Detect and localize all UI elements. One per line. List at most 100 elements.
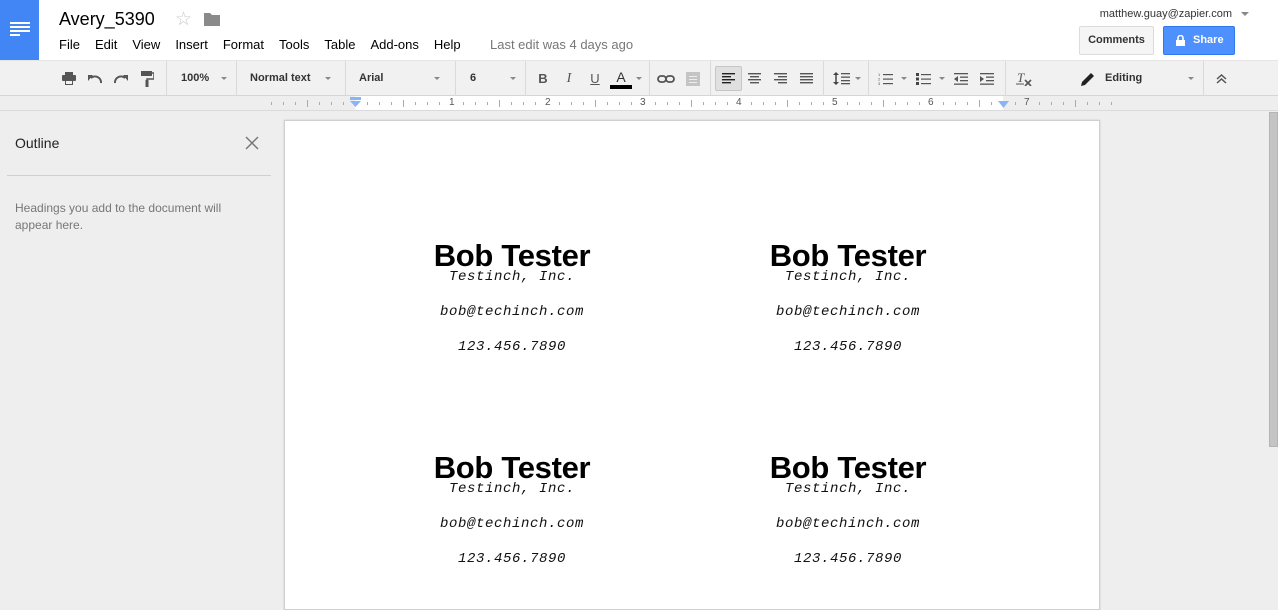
underline-button[interactable]: U xyxy=(587,61,603,96)
ruler-tick xyxy=(427,102,428,105)
insert-comment-button[interactable] xyxy=(684,61,702,96)
menu-help[interactable]: Help xyxy=(434,37,461,52)
editing-mode-dropdown-icon xyxy=(1188,77,1194,80)
label-email: bob@techinch.com xyxy=(439,304,585,320)
ruler-tick xyxy=(619,102,620,105)
ruler-tick xyxy=(979,100,980,107)
menu-table[interactable]: Table xyxy=(324,37,355,52)
italic-button[interactable]: I xyxy=(561,61,577,96)
last-edit-status[interactable]: Last edit was 4 days ago xyxy=(490,37,633,52)
account-dropdown-icon[interactable] xyxy=(1241,12,1249,16)
ruler-tick xyxy=(583,102,584,105)
pencil-icon xyxy=(1081,72,1094,86)
editing-mode-button[interactable] xyxy=(1080,61,1096,96)
print-button[interactable] xyxy=(60,61,78,96)
right-indent-marker-icon[interactable] xyxy=(998,101,1009,108)
menu-add-ons[interactable]: Add-ons xyxy=(370,37,418,52)
bold-button[interactable]: B xyxy=(535,61,551,96)
menu-view[interactable]: View xyxy=(132,37,160,52)
label-phone: 123.456.7890 xyxy=(457,551,567,567)
ruler-tick xyxy=(463,102,464,105)
label-name: Bob Tester xyxy=(433,238,591,273)
paint-format-button[interactable] xyxy=(138,61,156,96)
increase-indent-button[interactable] xyxy=(979,61,995,96)
text-color-button[interactable]: A xyxy=(609,61,633,96)
ruler-tick xyxy=(595,100,596,107)
ruler[interactable]: 1 2 3 4 5 6 7 xyxy=(0,96,1278,111)
ruler-tick xyxy=(919,102,920,105)
ruler-tick xyxy=(1111,102,1112,105)
style-dropdown-icon xyxy=(325,77,331,80)
ruler-tick xyxy=(967,102,968,105)
ruler-tick xyxy=(607,102,608,105)
svg-text:T: T xyxy=(1017,71,1025,85)
lock-icon xyxy=(1176,35,1185,46)
document-page[interactable]: Bob Tester Testinch, Inc. bob@techinch.c… xyxy=(284,120,1100,610)
label-card[interactable]: Bob Tester Testinch, Inc. bob@techinch.c… xyxy=(382,238,642,356)
numbered-list-dropdown-icon xyxy=(901,77,907,80)
font-size-dropdown-icon xyxy=(510,77,516,80)
ruler-number: 3 xyxy=(640,97,646,108)
font-size-select[interactable]: 6 xyxy=(470,61,476,96)
ruler-tick xyxy=(847,102,848,105)
align-right-button[interactable] xyxy=(772,61,788,96)
increase-indent-icon xyxy=(980,72,994,85)
menu-edit[interactable]: Edit xyxy=(95,37,117,52)
ruler-tick xyxy=(511,102,512,105)
editing-mode-select[interactable]: Editing xyxy=(1105,61,1142,96)
folder-icon[interactable] xyxy=(204,12,220,26)
align-center-button[interactable] xyxy=(746,61,762,96)
menu-insert[interactable]: Insert xyxy=(175,37,208,52)
ruler-tick xyxy=(535,102,536,105)
bulleted-list-button[interactable] xyxy=(914,61,932,96)
ruler-tick xyxy=(559,102,560,105)
star-icon[interactable]: ☆ xyxy=(175,8,192,31)
ruler-tick xyxy=(499,100,500,107)
clear-formatting-icon: T xyxy=(1016,71,1032,86)
insert-link-button[interactable] xyxy=(656,61,676,96)
collapse-toolbar-button[interactable] xyxy=(1213,61,1229,96)
redo-icon xyxy=(114,74,128,83)
zoom-dropdown-icon xyxy=(221,77,227,80)
label-card[interactable]: Bob Tester Testinch, Inc. bob@techinch.c… xyxy=(382,452,642,568)
vertical-scrollbar[interactable] xyxy=(1269,112,1278,447)
decrease-indent-button[interactable] xyxy=(953,61,969,96)
style-select[interactable]: Normal text xyxy=(250,61,311,96)
ruler-tick xyxy=(1051,102,1052,105)
close-icon[interactable] xyxy=(244,135,260,151)
document-title[interactable]: Avery_5390 xyxy=(59,9,155,30)
link-icon xyxy=(657,74,675,83)
menu-file[interactable]: File xyxy=(59,37,80,52)
label-card[interactable]: Bob Tester Testinch, Inc. bob@techinch.c… xyxy=(718,452,978,568)
ruler-tick xyxy=(1039,102,1040,105)
account-email[interactable]: matthew.guay@zapier.com xyxy=(1100,8,1232,20)
menu-tools[interactable]: Tools xyxy=(279,37,309,52)
line-spacing-button[interactable] xyxy=(831,61,851,96)
ruler-tick xyxy=(667,102,668,105)
share-label: Share xyxy=(1193,34,1224,46)
font-select[interactable]: Arial xyxy=(359,61,383,96)
redo-button[interactable] xyxy=(112,61,130,96)
text-color-icon: A xyxy=(616,69,626,85)
ruler-number: 6 xyxy=(928,97,934,108)
ruler-tick xyxy=(727,102,728,105)
ruler-tick xyxy=(331,102,332,105)
menu-format[interactable]: Format xyxy=(223,37,264,52)
label-card[interactable]: Bob Tester Testinch, Inc. bob@techinch.c… xyxy=(718,240,978,356)
zoom-select[interactable]: 100% xyxy=(181,61,209,96)
label-company: Testinch, Inc. xyxy=(448,269,576,285)
label-company: Testinch, Inc. xyxy=(448,481,576,497)
docs-home-button[interactable] xyxy=(0,0,39,60)
ruler-tick xyxy=(703,102,704,105)
clear-formatting-button[interactable]: T xyxy=(1014,61,1034,96)
align-justify-icon xyxy=(799,73,813,84)
undo-button[interactable] xyxy=(86,61,104,96)
label-email: bob@techinch.com xyxy=(439,516,585,532)
left-indent-marker-icon[interactable] xyxy=(350,97,361,108)
align-left-button[interactable] xyxy=(715,66,742,91)
align-justify-button[interactable] xyxy=(798,61,814,96)
ruler-tick xyxy=(439,102,440,105)
comments-button[interactable]: Comments xyxy=(1079,26,1154,55)
share-button[interactable]: Share xyxy=(1163,26,1235,55)
numbered-list-button[interactable]: 123 xyxy=(876,61,894,96)
